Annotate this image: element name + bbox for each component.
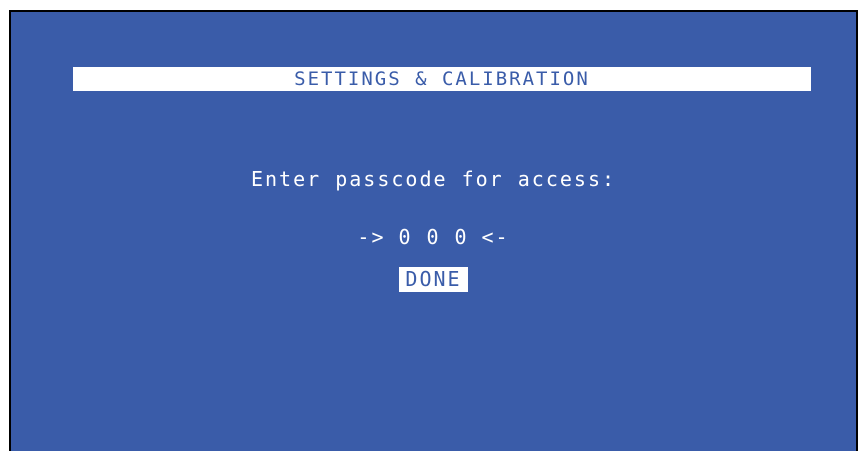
done-button[interactable]: DONE [399, 267, 468, 292]
passcode-digit-3[interactable]: 0 [452, 223, 472, 251]
passcode-digit-1[interactable]: 0 [396, 223, 416, 251]
title-bar: SETTINGS & CALIBRATION [73, 67, 811, 91]
done-container: DONE [11, 267, 856, 292]
calibration-screen: SETTINGS & CALIBRATION Enter passcode fo… [9, 10, 858, 451]
passcode-prompt: Enter passcode for access: [250, 167, 617, 191]
left-arrow-indicator: -> [357, 225, 386, 249]
passcode-digit-2[interactable]: 0 [424, 223, 444, 251]
passcode-entry: -> 0 0 0 <- [11, 223, 856, 251]
right-arrow-indicator: <- [481, 225, 510, 249]
page-title: SETTINGS & CALIBRATION [294, 68, 590, 90]
